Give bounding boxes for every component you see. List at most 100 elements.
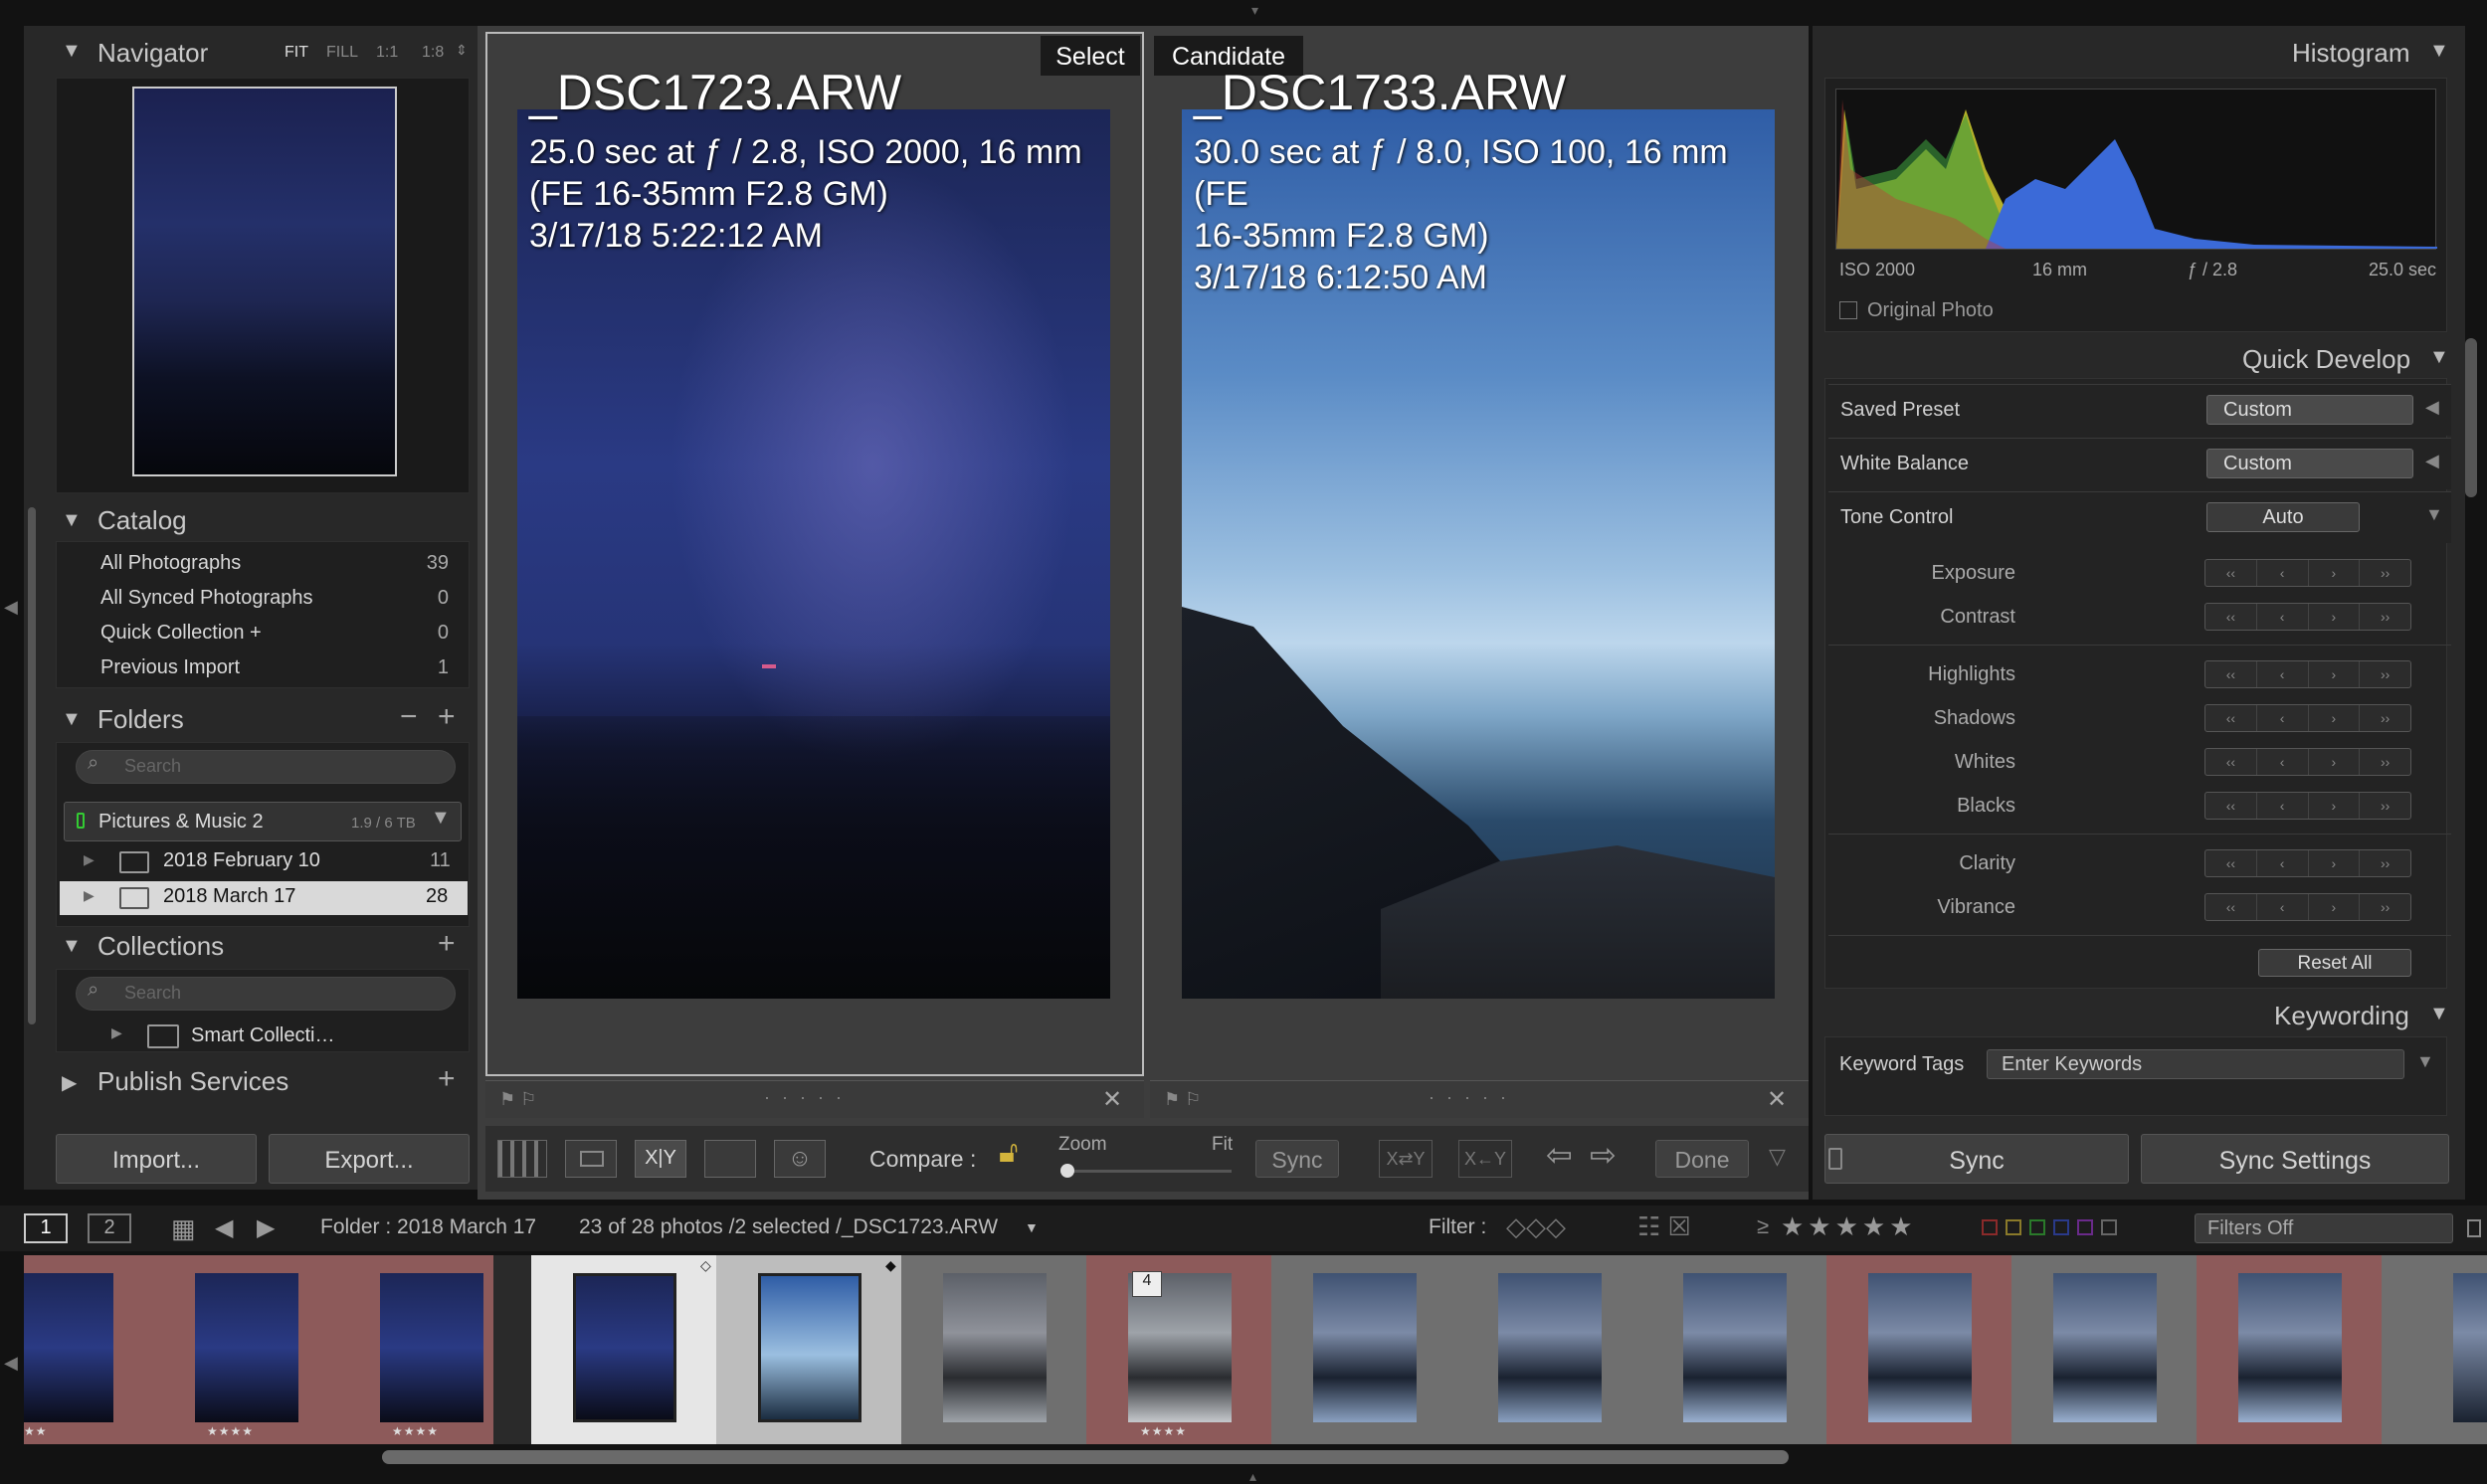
film-cell[interactable]: ★★★★ xyxy=(308,1255,493,1444)
film-cell[interactable] xyxy=(1641,1255,1826,1444)
collections-collapse-icon[interactable]: ▼ xyxy=(62,935,82,958)
film-cell[interactable] xyxy=(1826,1255,2011,1444)
swap-icon[interactable]: X⇄Y xyxy=(1379,1140,1433,1178)
right-sync-button[interactable]: Sync xyxy=(1824,1134,2129,1184)
collapse-down-icon[interactable]: ▼ xyxy=(2425,504,2443,525)
secondary-window-button[interactable]: 2 xyxy=(88,1213,131,1243)
import-button[interactable]: Import... xyxy=(56,1134,257,1184)
folder-path[interactable]: Folder : 2018 March 17 xyxy=(320,1215,536,1239)
histogram-collapse-icon[interactable]: ▼ xyxy=(2429,40,2449,63)
left-scrollbar[interactable] xyxy=(28,507,36,1024)
film-cell[interactable] xyxy=(1456,1255,1641,1444)
flag-icon[interactable]: ⚑ ⚐ xyxy=(499,1089,536,1110)
film-cell[interactable]: ★★★★ xyxy=(123,1255,308,1444)
make-select-icon[interactable]: X←Y xyxy=(1458,1140,1512,1178)
clarity-stepper[interactable]: ‹‹ ‹ › ›› xyxy=(2204,849,2411,877)
flag-filter-icons[interactable]: ◇◇◇ xyxy=(1506,1211,1566,1242)
folder-row-mar-selected[interactable]: ▶ 2018 March 17 28 xyxy=(60,881,468,915)
zoom-menu-icon[interactable]: ⇕ xyxy=(456,42,468,59)
folders-collapse-icon[interactable]: ▼ xyxy=(62,708,82,731)
contrast-stepper[interactable]: ‹‹ ‹ › ›› xyxy=(2204,603,2411,631)
zoom-fit[interactable]: FIT xyxy=(285,44,308,62)
source-menu-icon[interactable]: ▼ xyxy=(1025,1219,1039,1235)
catalog-item-all-synced[interactable]: All Synced Photographs 0 xyxy=(100,587,469,610)
export-button[interactable]: Export... xyxy=(269,1134,470,1184)
catalog-collapse-icon[interactable]: ▼ xyxy=(62,509,82,532)
collapse-down-icon[interactable]: ▼ xyxy=(2416,1051,2434,1072)
green-label-icon[interactable] xyxy=(2029,1219,2045,1235)
catalog-item-all-photographs[interactable]: All Photographs 39 xyxy=(100,552,469,575)
film-cell[interactable]: ★★ xyxy=(24,1255,123,1444)
close-icon[interactable]: ✕ xyxy=(1767,1085,1787,1114)
film-cell[interactable] xyxy=(901,1255,1086,1444)
exposure-stepper[interactable]: ‹‹ ‹ › ›› xyxy=(2204,559,2411,587)
folders-add-icon[interactable]: + xyxy=(438,700,456,734)
shadows-stepper[interactable]: ‹‹ ‹ › ›› xyxy=(2204,704,2411,732)
zoom-slider-track[interactable] xyxy=(1062,1170,1232,1173)
original-photo-checkbox[interactable] xyxy=(1839,301,1857,319)
grid-icon[interactable]: ▦ xyxy=(171,1213,196,1244)
grid-view-icon[interactable] xyxy=(497,1140,547,1178)
previous-arrow-icon[interactable]: ⇦ xyxy=(1546,1136,1573,1174)
quick-develop-collapse-icon[interactable]: ▼ xyxy=(2429,346,2449,369)
filmstrip-scrollbar[interactable] xyxy=(382,1450,1789,1464)
zoom-slider-thumb[interactable] xyxy=(1060,1164,1074,1178)
primary-window-button[interactable]: 1 xyxy=(24,1213,68,1243)
vibrance-stepper[interactable]: ‹‹ ‹ › ›› xyxy=(2204,893,2411,921)
yellow-label-icon[interactable] xyxy=(2006,1219,2021,1235)
folder-row-feb[interactable]: ▶ 2018 February 10 11 xyxy=(60,845,464,879)
saved-preset-dropdown[interactable]: Custom xyxy=(2206,395,2413,425)
next-arrow-icon[interactable]: ⇨ xyxy=(1590,1136,1617,1174)
right-scrollbar[interactable] xyxy=(2465,338,2477,497)
folders-remove-icon[interactable]: − xyxy=(400,700,418,734)
rating-dots[interactable]: ····· xyxy=(764,1087,854,1108)
publish-add-icon[interactable]: + xyxy=(438,1062,456,1096)
red-label-icon[interactable] xyxy=(1982,1219,1998,1235)
catalog-item-previous-import[interactable]: Previous Import 1 xyxy=(100,656,469,679)
reset-all-button[interactable]: Reset All xyxy=(2258,949,2411,977)
photo-count[interactable]: 23 of 28 photos /2 selected /_DSC1723.AR… xyxy=(579,1215,998,1239)
zoom-1-8[interactable]: 1:8 xyxy=(422,44,444,62)
expand-left-icon[interactable]: ◀ xyxy=(2425,451,2439,471)
film-cell-selected[interactable]: ◇ xyxy=(531,1255,716,1444)
expand-left-icon[interactable]: ◀ xyxy=(2425,397,2439,418)
sync-settings-button[interactable]: Sync Settings xyxy=(2141,1134,2449,1184)
catalog-item-quick-collection[interactable]: Quick Collection +0 xyxy=(100,622,469,645)
keywording-collapse-icon[interactable]: ▼ xyxy=(2429,1003,2449,1025)
lock-icon[interactable]: 🔓︎ xyxy=(999,1136,1018,1170)
toolbar-menu-icon[interactable]: ▽ xyxy=(1769,1144,1786,1170)
edit-filter-icons[interactable]: ☷ ☒ xyxy=(1637,1211,1691,1242)
expand-icon[interactable]: ▶ xyxy=(84,851,95,868)
people-view-icon[interactable]: ☺ xyxy=(774,1140,826,1178)
blue-label-icon[interactable] xyxy=(2053,1219,2069,1235)
compare-view-icon[interactable]: X|Y xyxy=(635,1140,686,1178)
expand-icon[interactable]: ▶ xyxy=(111,1024,122,1041)
rating-filter-stars[interactable]: ★★★★★ xyxy=(1781,1211,1917,1242)
navigator-preview-image[interactable] xyxy=(132,87,397,476)
collections-search-input[interactable]: Search xyxy=(76,977,456,1011)
purple-label-icon[interactable] xyxy=(2077,1219,2093,1235)
film-cell-selected[interactable]: ◆ xyxy=(716,1255,901,1444)
film-cell[interactable]: 4 ★★★★ xyxy=(1086,1255,1271,1444)
flag-icon[interactable]: ⚑ ⚐ xyxy=(1164,1089,1201,1110)
whites-stepper[interactable]: ‹‹ ‹ › ›› xyxy=(2204,748,2411,776)
done-button[interactable]: Done xyxy=(1655,1140,1749,1178)
auto-tone-button[interactable]: Auto xyxy=(2206,502,2360,532)
rating-dots[interactable]: ····· xyxy=(1429,1087,1518,1108)
forward-arrow-icon[interactable]: ▶ xyxy=(257,1213,275,1242)
left-filmstrip-toggle-icon[interactable]: ◀ xyxy=(4,1353,18,1374)
loupe-view-icon[interactable] xyxy=(565,1140,617,1178)
collections-add-icon[interactable]: + xyxy=(438,927,456,961)
left-panel-toggle-icon[interactable]: ◀ xyxy=(4,597,18,618)
bottom-panel-toggle-icon[interactable]: ▴ xyxy=(1249,1468,1256,1484)
zoom-fill[interactable]: FILL xyxy=(326,44,358,62)
color-filter-swatches[interactable] xyxy=(1982,1219,2117,1235)
close-icon[interactable]: ✕ xyxy=(1102,1085,1122,1114)
blacks-stepper[interactable]: ‹‹ ‹ › ›› xyxy=(2204,792,2411,820)
histogram-graph[interactable] xyxy=(1835,89,2437,250)
folders-search-input[interactable]: Search xyxy=(76,750,456,784)
survey-view-icon[interactable] xyxy=(704,1140,756,1178)
film-cell[interactable] xyxy=(2197,1255,2382,1444)
navigator-collapse-icon[interactable]: ▼ xyxy=(62,40,82,63)
keyword-tags-dropdown[interactable]: Enter Keywords xyxy=(1987,1049,2404,1079)
